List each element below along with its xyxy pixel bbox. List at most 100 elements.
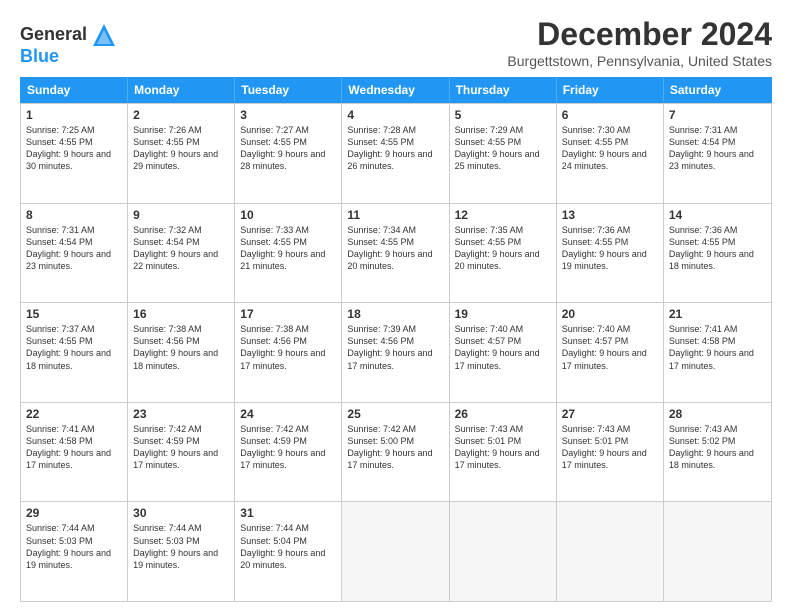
day-number: 11 xyxy=(347,208,443,222)
cal-cell-28: 28Sunrise: 7:43 AM Sunset: 5:02 PM Dayli… xyxy=(664,403,771,502)
logo-icon xyxy=(89,20,119,50)
cell-info: Sunrise: 7:36 AM Sunset: 4:55 PM Dayligh… xyxy=(669,224,766,273)
cell-info: Sunrise: 7:34 AM Sunset: 4:55 PM Dayligh… xyxy=(347,224,443,273)
day-number: 10 xyxy=(240,208,336,222)
day-number: 24 xyxy=(240,407,336,421)
cal-cell-18: 18Sunrise: 7:39 AM Sunset: 4:56 PM Dayli… xyxy=(342,303,449,402)
cal-cell-empty xyxy=(450,502,557,601)
cell-info: Sunrise: 7:37 AM Sunset: 4:55 PM Dayligh… xyxy=(26,323,122,372)
weekday-header-wednesday: Wednesday xyxy=(342,78,449,102)
calendar-row-3: 15Sunrise: 7:37 AM Sunset: 4:55 PM Dayli… xyxy=(21,302,771,402)
cal-cell-17: 17Sunrise: 7:38 AM Sunset: 4:56 PM Dayli… xyxy=(235,303,342,402)
cal-cell-27: 27 Sunrise: 7:43 AM Sunset: 5:01 PM Dayli… xyxy=(557,403,664,502)
day-number: 20 xyxy=(562,307,658,321)
cal-cell-10: 10 Sunrise: 7:33 AM Sunset: 4:55 PM Dayli… xyxy=(235,204,342,303)
weekday-header-tuesday: Tuesday xyxy=(235,78,342,102)
calendar-row-4: 22 Sunrise: 7:41 AM Sunset: 4:58 PM Dayli… xyxy=(21,402,771,502)
day-number: 7 xyxy=(669,108,766,122)
cal-cell-6: 6Sunrise: 7:30 AM Sunset: 4:55 PM Daylig… xyxy=(557,104,664,203)
logo-text: General xyxy=(20,25,87,45)
cell-info: Sunrise: 7:41 AM Sunset: 4:58 PM Dayligh… xyxy=(26,423,122,472)
cal-cell-8: 8Sunrise: 7:31 AM Sunset: 4:54 PM Daylig… xyxy=(21,204,128,303)
cell-info: Sunrise: 7:42 AM Sunset: 4:59 PM Dayligh… xyxy=(133,423,229,472)
day-number: 22 xyxy=(26,407,122,421)
cal-cell-24: 24 Sunrise: 7:42 AM Sunset: 4:59 PM Dayli… xyxy=(235,403,342,502)
weekday-header-saturday: Saturday xyxy=(664,78,771,102)
cell-info: Sunrise: 7:32 AM Sunset: 4:54 PM Dayligh… xyxy=(133,224,229,273)
cell-info: Sunrise: 7:38 AM Sunset: 4:56 PM Dayligh… xyxy=(133,323,229,372)
day-number: 19 xyxy=(455,307,551,321)
cell-info: Sunrise: 7:36 AM Sunset: 4:55 PM Dayligh… xyxy=(562,224,658,273)
day-number: 5 xyxy=(455,108,551,122)
day-number: 1 xyxy=(26,108,122,122)
cal-cell-11: 11 Sunrise: 7:34 AM Sunset: 4:55 PM Dayli… xyxy=(342,204,449,303)
cal-cell-empty xyxy=(342,502,449,601)
calendar-body: 1 Sunrise: 7:25 AM Sunset: 4:55 PM Daylig… xyxy=(20,103,772,602)
cal-cell-29: 29 Sunrise: 7:44 AM Sunset: 5:03 PM Dayli… xyxy=(21,502,128,601)
day-number: 2 xyxy=(133,108,229,122)
cal-cell-21: 21 Sunrise: 7:41 AM Sunset: 4:58 PM Dayli… xyxy=(664,303,771,402)
cell-info: Sunrise: 7:39 AM Sunset: 4:56 PM Dayligh… xyxy=(347,323,443,372)
cal-cell-5: 5Sunrise: 7:29 AM Sunset: 4:55 PM Daylig… xyxy=(450,104,557,203)
cell-info: Sunrise: 7:25 AM Sunset: 4:55 PM Dayligh… xyxy=(26,124,122,173)
cal-cell-19: 19 Sunrise: 7:40 AM Sunset: 4:57 PM Dayli… xyxy=(450,303,557,402)
day-number: 21 xyxy=(669,307,766,321)
weekday-header-thursday: Thursday xyxy=(450,78,557,102)
page: General Blue December 2024 Burgettstown,… xyxy=(0,0,792,612)
title-block: December 2024 Burgettstown, Pennsylvania… xyxy=(507,16,772,69)
day-number: 13 xyxy=(562,208,658,222)
cell-info: Sunrise: 7:33 AM Sunset: 4:55 PM Dayligh… xyxy=(240,224,336,273)
cell-info: Sunrise: 7:40 AM Sunset: 4:57 PM Dayligh… xyxy=(562,323,658,372)
cell-info: Sunrise: 7:44 AM Sunset: 5:03 PM Dayligh… xyxy=(26,522,122,571)
logo: General Blue xyxy=(20,20,119,67)
day-number: 3 xyxy=(240,108,336,122)
cell-info: Sunrise: 7:43 AM Sunset: 5:02 PM Dayligh… xyxy=(669,423,766,472)
day-number: 26 xyxy=(455,407,551,421)
cal-cell-9: 9 Sunrise: 7:32 AM Sunset: 4:54 PM Daylig… xyxy=(128,204,235,303)
cal-cell-2: 2Sunrise: 7:26 AM Sunset: 4:55 PM Daylig… xyxy=(128,104,235,203)
cell-info: Sunrise: 7:43 AM Sunset: 5:01 PM Dayligh… xyxy=(562,423,658,472)
weekday-header-friday: Friday xyxy=(557,78,664,102)
cell-info: Sunrise: 7:43 AM Sunset: 5:01 PM Dayligh… xyxy=(455,423,551,472)
cell-info: Sunrise: 7:42 AM Sunset: 5:00 PM Dayligh… xyxy=(347,423,443,472)
cell-info: Sunrise: 7:27 AM Sunset: 4:55 PM Dayligh… xyxy=(240,124,336,173)
cal-cell-15: 15Sunrise: 7:37 AM Sunset: 4:55 PM Dayli… xyxy=(21,303,128,402)
cal-cell-20: 20 Sunrise: 7:40 AM Sunset: 4:57 PM Dayli… xyxy=(557,303,664,402)
cell-info: Sunrise: 7:31 AM Sunset: 4:54 PM Dayligh… xyxy=(669,124,766,173)
cal-cell-31: 31 Sunrise: 7:44 AM Sunset: 5:04 PM Dayli… xyxy=(235,502,342,601)
day-number: 25 xyxy=(347,407,443,421)
calendar-row-5: 29 Sunrise: 7:44 AM Sunset: 5:03 PM Dayli… xyxy=(21,501,771,601)
day-number: 30 xyxy=(133,506,229,520)
day-number: 12 xyxy=(455,208,551,222)
cell-info: Sunrise: 7:35 AM Sunset: 4:55 PM Dayligh… xyxy=(455,224,551,273)
cal-cell-16: 16 Sunrise: 7:38 AM Sunset: 4:56 PM Dayli… xyxy=(128,303,235,402)
day-number: 9 xyxy=(133,208,229,222)
day-number: 29 xyxy=(26,506,122,520)
cell-info: Sunrise: 7:31 AM Sunset: 4:54 PM Dayligh… xyxy=(26,224,122,273)
cell-info: Sunrise: 7:41 AM Sunset: 4:58 PM Dayligh… xyxy=(669,323,766,372)
calendar-row-2: 8Sunrise: 7:31 AM Sunset: 4:54 PM Daylig… xyxy=(21,203,771,303)
day-number: 23 xyxy=(133,407,229,421)
day-number: 31 xyxy=(240,506,336,520)
cal-cell-30: 30Sunrise: 7:44 AM Sunset: 5:03 PM Dayli… xyxy=(128,502,235,601)
day-number: 17 xyxy=(240,307,336,321)
cal-cell-14: 14Sunrise: 7:36 AM Sunset: 4:55 PM Dayli… xyxy=(664,204,771,303)
day-number: 16 xyxy=(133,307,229,321)
day-number: 6 xyxy=(562,108,658,122)
cal-cell-1: 1 Sunrise: 7:25 AM Sunset: 4:55 PM Daylig… xyxy=(21,104,128,203)
cal-cell-3: 3 Sunrise: 7:27 AM Sunset: 4:55 PM Daylig… xyxy=(235,104,342,203)
cal-cell-7: 7 Sunrise: 7:31 AM Sunset: 4:54 PM Daylig… xyxy=(664,104,771,203)
cal-cell-22: 22 Sunrise: 7:41 AM Sunset: 4:58 PM Dayli… xyxy=(21,403,128,502)
calendar-row-1: 1 Sunrise: 7:25 AM Sunset: 4:55 PM Daylig… xyxy=(21,103,771,203)
cell-info: Sunrise: 7:44 AM Sunset: 5:04 PM Dayligh… xyxy=(240,522,336,571)
day-number: 27 xyxy=(562,407,658,421)
month-title: December 2024 xyxy=(507,16,772,53)
cal-cell-13: 13 Sunrise: 7:36 AM Sunset: 4:55 PM Dayli… xyxy=(557,204,664,303)
cell-info: Sunrise: 7:42 AM Sunset: 4:59 PM Dayligh… xyxy=(240,423,336,472)
cal-cell-12: 12 Sunrise: 7:35 AM Sunset: 4:55 PM Dayli… xyxy=(450,204,557,303)
cal-cell-empty xyxy=(664,502,771,601)
cal-cell-25: 25 Sunrise: 7:42 AM Sunset: 5:00 PM Dayli… xyxy=(342,403,449,502)
cell-info: Sunrise: 7:28 AM Sunset: 4:55 PM Dayligh… xyxy=(347,124,443,173)
location: Burgettstown, Pennsylvania, United State… xyxy=(507,53,772,69)
cell-info: Sunrise: 7:40 AM Sunset: 4:57 PM Dayligh… xyxy=(455,323,551,372)
